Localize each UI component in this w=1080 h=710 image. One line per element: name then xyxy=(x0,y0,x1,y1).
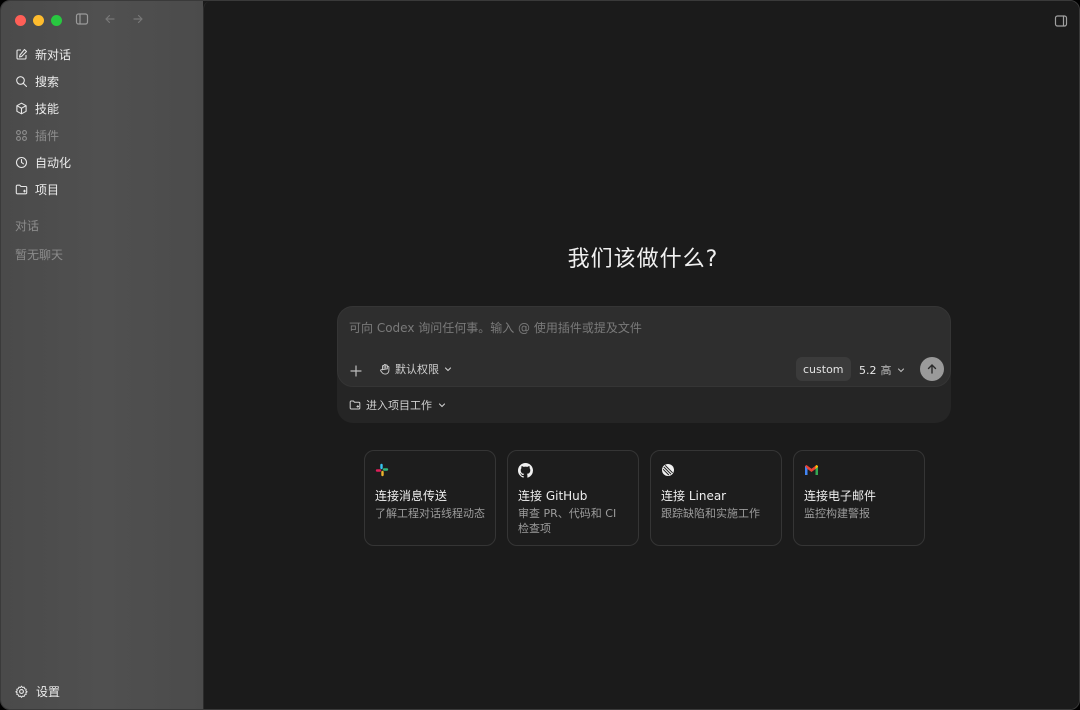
sidebar-item-projects[interactable]: 项目 xyxy=(1,176,203,203)
empty-chats-text: 暂无聊天 xyxy=(15,248,64,262)
sidebar: 新对话 搜索 技能 插件 自动化 项目 对话 暂无聊天 设置 xyxy=(1,1,203,709)
gear-icon xyxy=(15,685,28,698)
page-title: 我们该做什么? xyxy=(567,247,719,272)
model-level: 高 xyxy=(880,364,892,377)
sidebar-item-label: 项目 xyxy=(35,183,60,197)
sidebar-toolbar xyxy=(75,12,145,26)
sidebar-toggle-icon[interactable] xyxy=(75,12,89,26)
prompt-input[interactable] xyxy=(349,318,909,338)
zoom-window-button[interactable] xyxy=(51,15,62,26)
integration-cards: 连接消息传送 了解工程对话线程动态 连接 GitHub 审查 PR、代码和 CI… xyxy=(364,450,925,546)
chevron-down-icon xyxy=(444,367,452,372)
card-description: 审查 PR、代码和 CI 检查项 xyxy=(518,507,617,535)
sidebar-item-label: 插件 xyxy=(35,129,60,143)
chevron-down-icon xyxy=(897,368,904,373)
window-controls xyxy=(15,15,62,26)
custom-mode-chip[interactable]: custom xyxy=(796,357,851,381)
close-window-button[interactable] xyxy=(15,15,26,26)
forward-arrow-icon[interactable] xyxy=(131,12,145,26)
clock-icon xyxy=(15,156,28,169)
card-description: 监控构建警报 xyxy=(804,507,870,520)
card-description: 了解工程对话线程动态 xyxy=(375,507,485,520)
chevron-down-icon xyxy=(438,403,446,408)
arrow-up-icon xyxy=(927,364,937,374)
model-version: 5.2 xyxy=(859,363,877,377)
project-work-dropdown[interactable]: 进入项目工作 xyxy=(349,397,447,413)
github-icon xyxy=(518,461,628,479)
sidebar-item-plugins[interactable]: 插件 xyxy=(1,122,203,149)
card-title: 连接 Linear xyxy=(661,489,727,503)
composer: 默认权限 custom 5.2 高 xyxy=(337,306,951,387)
folder-icon xyxy=(15,184,28,195)
card-title: 连接消息传送 xyxy=(375,489,448,503)
sidebar-item-search[interactable]: 搜索 xyxy=(1,68,203,95)
back-arrow-icon[interactable] xyxy=(103,12,117,26)
slack-icon xyxy=(375,461,485,479)
connect-linear-card[interactable]: 连接 Linear 跟踪缺陷和实施工作 xyxy=(650,450,782,546)
sidebar-item-skills[interactable]: 技能 xyxy=(1,95,203,122)
minimize-window-button[interactable] xyxy=(33,15,44,26)
sidebar-item-label: 搜索 xyxy=(35,75,60,89)
composer-container: 默认权限 custom 5.2 高 进入项目工作 xyxy=(337,306,951,423)
add-attachment-button[interactable] xyxy=(350,362,362,381)
connect-email-card[interactable]: 连接电子邮件 监控构建警报 xyxy=(793,450,925,546)
sidebar-item-new-chat[interactable]: 新对话 xyxy=(1,41,203,68)
app-window: 新对话 搜索 技能 插件 自动化 项目 对话 暂无聊天 设置 我们该做什么? 可… xyxy=(0,0,1080,710)
connect-slack-card[interactable]: 连接消息传送 了解工程对话线程动态 xyxy=(364,450,496,546)
linear-icon xyxy=(661,461,771,479)
sidebar-item-label: 新对话 xyxy=(35,48,72,62)
main-panel: 我们该做什么? 默认权限 custom 5.2 高 xyxy=(203,1,1079,709)
card-title: 连接电子邮件 xyxy=(804,489,877,503)
send-button[interactable] xyxy=(920,357,944,381)
hand-icon xyxy=(380,364,390,375)
plus-icon xyxy=(350,365,362,377)
gmail-icon xyxy=(804,461,914,479)
cube-icon xyxy=(16,102,27,115)
compose-icon xyxy=(16,48,28,60)
sidebar-item-label: 技能 xyxy=(35,102,60,116)
conversations-section-label: 对话 xyxy=(15,219,40,233)
grid-icon xyxy=(16,130,27,141)
folder-icon xyxy=(349,400,361,410)
card-title: 连接 GitHub xyxy=(518,489,588,503)
settings-button[interactable]: 设置 xyxy=(15,683,60,700)
settings-label: 设置 xyxy=(36,685,61,699)
right-panel-toggle-icon[interactable] xyxy=(1054,13,1068,32)
sidebar-item-automation[interactable]: 自动化 xyxy=(1,149,203,176)
sidebar-nav: 新对话 搜索 技能 插件 自动化 项目 xyxy=(1,41,203,203)
search-icon xyxy=(16,76,28,88)
model-selector[interactable]: 5.2 高 xyxy=(859,362,906,378)
card-description: 跟踪缺陷和实施工作 xyxy=(661,507,760,520)
sidebar-item-label: 自动化 xyxy=(35,156,72,170)
permission-label: 默认权限 xyxy=(395,363,439,376)
connect-github-card[interactable]: 连接 GitHub 审查 PR、代码和 CI 检查项 xyxy=(507,450,639,546)
project-label: 进入项目工作 xyxy=(366,399,432,412)
permission-dropdown[interactable]: 默认权限 xyxy=(379,361,453,377)
